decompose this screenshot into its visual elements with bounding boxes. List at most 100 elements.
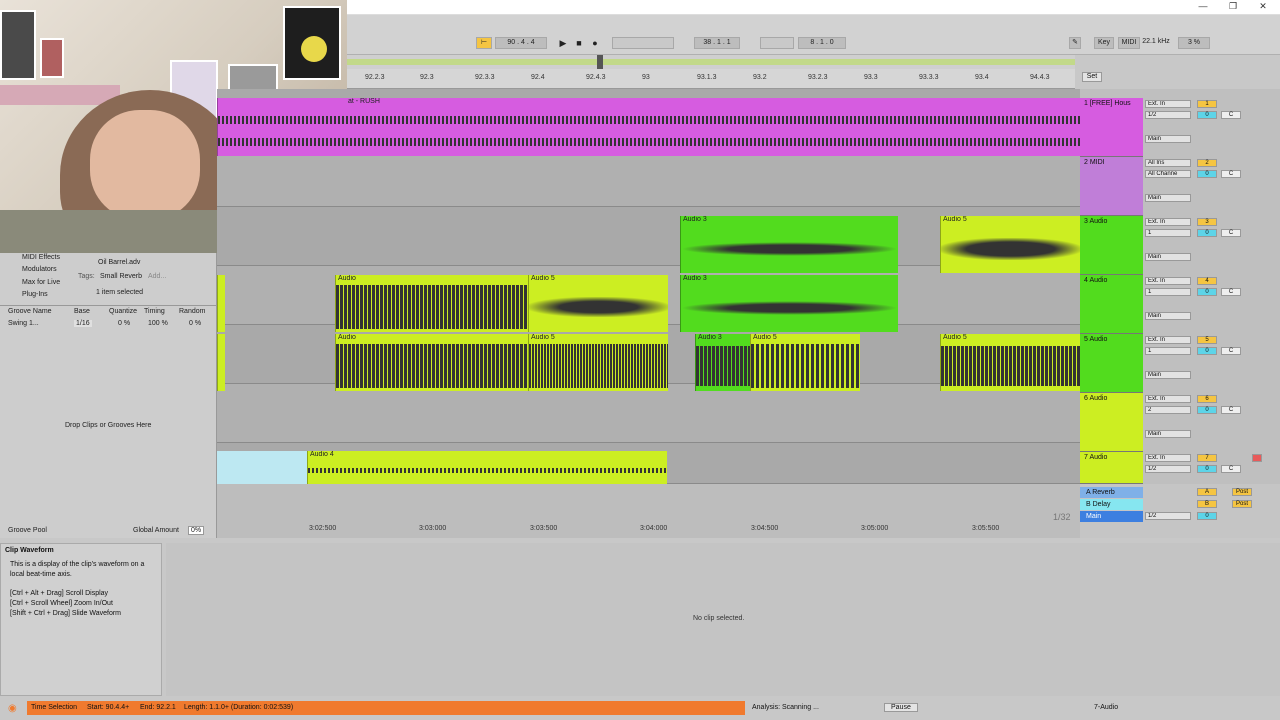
draw-mode-icon[interactable]: ✎ [1069,37,1081,49]
pan[interactable]: C [1221,288,1241,296]
set-locator-button[interactable]: Set [1082,72,1102,82]
audio-clip[interactable] [217,275,225,332]
track-lane[interactable] [217,384,1080,443]
track-number[interactable]: 4 [1197,277,1217,285]
tag-add[interactable]: Add... [148,273,166,280]
track-number[interactable]: 3 [1197,218,1217,226]
audio-clip[interactable]: Audio 3 [680,275,898,332]
loop-start-display[interactable]: 38 . 1 . 1 [694,37,740,49]
arrangement-view[interactable]: at - RUSH Audio 3 Audio 5 Audio Audio 5 … [217,89,1080,484]
track-lane[interactable] [217,148,1080,207]
input-type[interactable]: Ext. In [1145,100,1191,108]
global-amount-value[interactable]: 0% [188,526,205,535]
track-header[interactable]: 5 Audio [1080,334,1143,393]
track-header[interactable]: 4 Audio [1080,275,1143,334]
track-number[interactable]: 2 [1197,159,1217,167]
volume[interactable]: 0 [1197,170,1217,178]
audio-clip[interactable]: at - RUSH [217,98,1080,156]
output[interactable]: Main [1145,194,1191,202]
volume[interactable]: 0 [1197,406,1217,414]
main-volume[interactable]: 0 [1197,512,1217,520]
audio-clip[interactable]: Audio 5 [750,334,860,391]
pan[interactable]: C [1221,229,1241,237]
record-icon[interactable]: ● [588,37,602,49]
audio-clip[interactable]: Audio 5 [528,334,668,391]
close-icon[interactable]: ✕ [1256,1,1270,12]
punch-controls[interactable] [760,37,794,49]
input-type[interactable]: Ext. In [1145,395,1191,403]
pause-button[interactable]: Pause [884,703,918,712]
volume[interactable]: 0 [1197,111,1217,119]
play-icon[interactable]: ▶ [556,37,570,49]
position-display[interactable]: 90 . 4 . 4 [495,37,547,49]
follow-button[interactable]: ⊢ [476,37,492,49]
output[interactable]: Main [1145,371,1191,379]
loop-length-display[interactable]: 8 . 1 . 0 [798,37,846,49]
browser-file[interactable]: Oil Barrel.adv [98,259,140,266]
input-type[interactable]: Ext. In [1145,454,1191,462]
return-letter[interactable]: B [1197,500,1217,508]
input-channel[interactable]: 1/2 [1145,465,1191,473]
input-type[interactable]: Ext. In [1145,218,1191,226]
groove-random[interactable]: 0 % [189,320,201,327]
overview-marker[interactable] [597,55,603,69]
volume[interactable]: 0 [1197,288,1217,296]
minimize-icon[interactable]: — [1196,1,1210,11]
input-channel[interactable]: 1 [1145,288,1191,296]
volume[interactable]: 0 [1197,465,1217,473]
groove-quantize[interactable]: 0 % [118,320,130,327]
input-type[interactable]: All Ins [1145,159,1191,167]
audio-clip[interactable]: Audio 4 [307,451,667,484]
browser-category[interactable]: MIDI Effects [22,254,60,261]
browser-category[interactable]: Max for Live [22,279,60,286]
stop-icon[interactable]: ■ [572,37,586,49]
arrangement-overview[interactable] [347,55,1075,69]
beat-ruler[interactable]: 92.2.3 92.3 92.3.3 92.4 92.4.3 93 93.1.3… [347,69,1075,89]
volume[interactable]: 0 [1197,229,1217,237]
audio-clip[interactable]: Audio 5 [528,275,668,332]
input-channel[interactable]: All Channe [1145,170,1191,178]
output[interactable]: Main [1145,430,1191,438]
key-map-button[interactable]: Key [1094,37,1114,49]
track-header[interactable]: 7 Audio [1080,452,1143,484]
input-type[interactable]: Ext. In [1145,277,1191,285]
track-number[interactable]: 1 [1197,100,1217,108]
audio-clip[interactable]: Audio 3 [695,334,750,391]
post-button[interactable]: Post [1232,500,1252,508]
track-header[interactable]: 1 [FREE] Hous [1080,98,1143,157]
input-channel[interactable]: 1 [1145,229,1191,237]
input-channel[interactable]: 1/2 [1145,111,1191,119]
volume[interactable]: 0 [1197,347,1217,355]
return-track[interactable]: B Delay [1080,499,1143,510]
midi-map-button[interactable]: MIDI [1118,37,1140,49]
track-header[interactable]: 3 Audio [1080,216,1143,275]
input-channel[interactable]: 2 [1145,406,1191,414]
track-header[interactable]: 2 MIDI [1080,157,1143,216]
track-number[interactable]: 7 [1197,454,1217,462]
groove-name[interactable]: Swing 1... [8,320,39,327]
input-channel[interactable]: 1 [1145,347,1191,355]
audio-clip[interactable]: Audio [335,275,528,332]
audio-clip[interactable] [217,334,225,391]
track-number[interactable]: 6 [1197,395,1217,403]
input-type[interactable]: Ext. In [1145,336,1191,344]
pan[interactable]: C [1221,170,1241,178]
time-ruler[interactable]: 3:02:500 3:03:000 3:03:500 3:04:000 3:04… [217,484,1080,538]
groove-base[interactable]: 1/16 [74,320,92,327]
return-track[interactable]: A Reverb [1080,487,1143,498]
time-selection[interactable] [217,451,307,484]
audio-clip[interactable]: Audio 5 [940,216,1080,273]
detail-view[interactable]: No clip selected. [166,543,1280,696]
groove-timing[interactable]: 100 % [148,320,168,327]
pan[interactable]: C [1221,465,1241,473]
output[interactable]: Main [1145,312,1191,320]
browser-category[interactable]: Modulators [22,266,57,273]
audio-clip[interactable]: Audio 5 [940,334,1080,391]
browser-category[interactable]: Plug-Ins [22,291,48,298]
info-toggle-icon[interactable]: ◉ [8,703,17,714]
post-button[interactable]: Post [1232,488,1252,496]
track-header[interactable]: 6 Audio [1080,393,1143,452]
pan[interactable]: C [1221,111,1241,119]
main-track[interactable]: Main [1080,511,1143,522]
restore-icon[interactable]: ❐ [1226,1,1240,12]
